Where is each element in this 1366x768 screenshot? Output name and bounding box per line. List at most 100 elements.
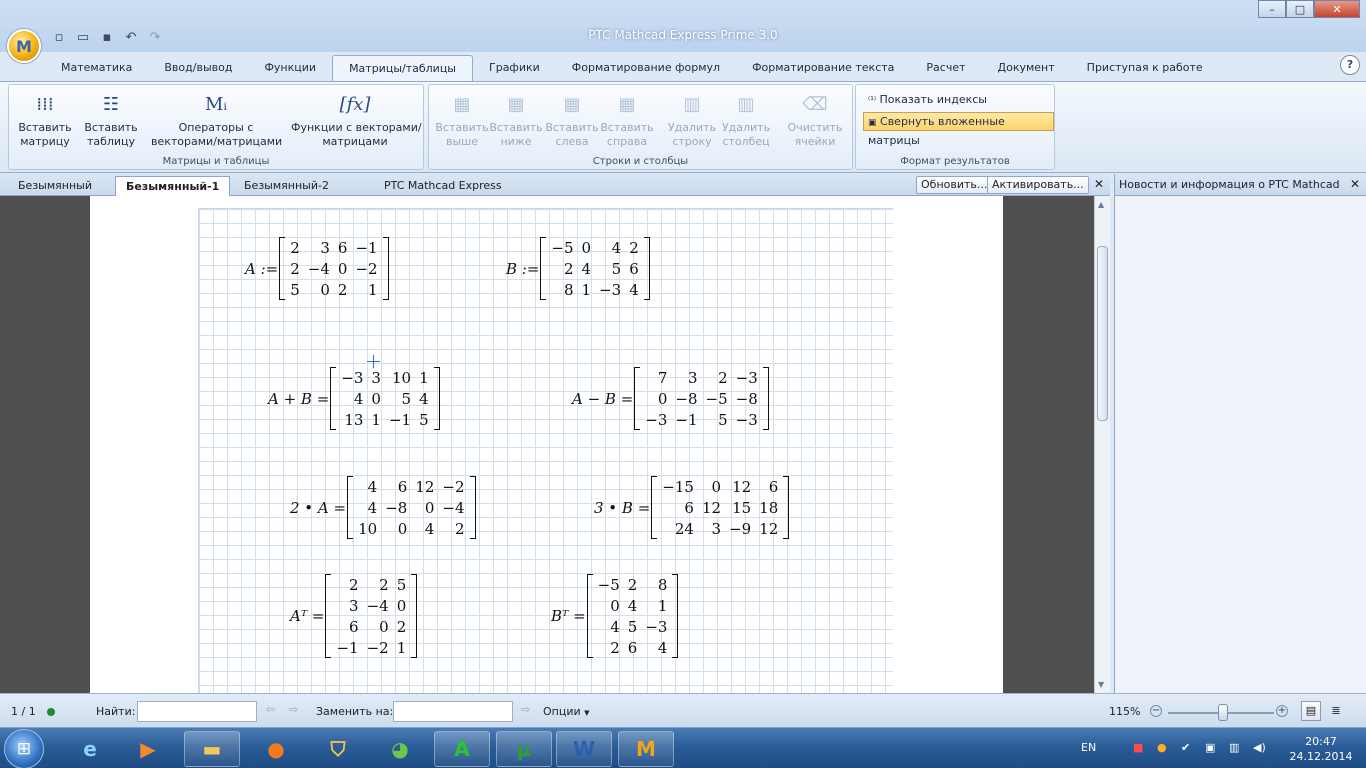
update-button[interactable]: Обновить... bbox=[916, 176, 993, 194]
matrix-cell: −2 bbox=[355, 259, 378, 278]
zoom-out-icon[interactable]: − bbox=[1150, 705, 1162, 717]
clear-cells-button[interactable]: ⌫ Очистить ячейки bbox=[785, 89, 845, 149]
clock[interactable]: 20:47 24.12.2014 bbox=[1287, 734, 1355, 764]
find-prev-icon[interactable]: ⇦ bbox=[266, 703, 275, 716]
matrix: −5 0 4 2 2 4 5 6 8 1 −3 4 bbox=[540, 237, 651, 300]
replace-input[interactable] bbox=[393, 701, 513, 722]
mathcad-logo-button[interactable]: M bbox=[7, 29, 41, 63]
tab-plots[interactable]: Графики bbox=[473, 55, 556, 81]
group-label: Формат результатов bbox=[900, 156, 1010, 167]
find-input[interactable] bbox=[137, 701, 257, 722]
language-indicator[interactable]: EN bbox=[1081, 741, 1096, 754]
media-player-icon[interactable]: ▶ bbox=[120, 731, 176, 767]
tab-matrices-tables[interactable]: Матрицы/таблицы bbox=[332, 55, 473, 81]
minimize-button[interactable]: – bbox=[1258, 0, 1286, 18]
math-region-a-def[interactable]: A := 2 3 6 −1 2 −4 0 −2 5 0 2 1 bbox=[245, 237, 389, 300]
tray-red-icon[interactable]: ■ bbox=[1133, 741, 1143, 754]
draft-view-icon[interactable]: ≣ bbox=[1326, 701, 1346, 721]
scroll-down-icon[interactable]: ▼ bbox=[1098, 680, 1104, 689]
tab-document[interactable]: Документ bbox=[982, 55, 1071, 81]
a-app-icon[interactable]: A bbox=[434, 731, 490, 767]
matrix-cell: 0 bbox=[379, 617, 389, 636]
start-button[interactable]: ⊞ bbox=[4, 729, 44, 768]
insert-matrix-button[interactable]: ⁞⁞⁞ Вставить матрицу bbox=[15, 89, 75, 149]
help-button[interactable]: ? bbox=[1340, 55, 1360, 75]
close-button[interactable]: ✕ bbox=[1314, 0, 1360, 18]
internet-explorer-icon[interactable]: e bbox=[62, 731, 118, 767]
tray-check-icon[interactable]: ✔ bbox=[1181, 741, 1190, 754]
tray-device-icon[interactable]: ▣ bbox=[1205, 741, 1215, 754]
doc-tab-untitled[interactable]: Безымянный bbox=[8, 176, 102, 196]
tab-functions[interactable]: Функции bbox=[248, 55, 332, 81]
tray-network-icon[interactable]: ▥ bbox=[1229, 741, 1239, 754]
insert-right-button[interactable]: ▦ Вставить справа bbox=[600, 89, 654, 149]
zoom-in-icon[interactable]: + bbox=[1276, 705, 1288, 717]
delete-row-button[interactable]: ▥ Удалить строку bbox=[665, 89, 719, 149]
math-region-bt[interactable]: Bᵀ = −5 2 8 0 4 1 4 5 −3 2 6 4 bbox=[551, 574, 679, 658]
chrome-like-icon[interactable]: ◕ bbox=[372, 731, 428, 767]
maximize-button[interactable]: □ bbox=[1286, 0, 1314, 18]
tray-volume-icon[interactable]: ◀) bbox=[1253, 741, 1266, 754]
tab-math[interactable]: Математика bbox=[45, 55, 148, 81]
math-region-twoa[interactable]: 2 • A = 4 6 12 −2 4 −8 0 −4 10 0 4 2 bbox=[290, 476, 476, 539]
matrix-cell: 7 bbox=[657, 368, 668, 387]
math-region-at[interactable]: Aᵀ = 2 2 5 3 −4 0 6 0 2 −1 −2 1 bbox=[290, 574, 418, 658]
news-panel: Новости и информация о PTC Mathcad ✕ bbox=[1114, 174, 1366, 693]
scroll-up-icon[interactable]: ▲ bbox=[1098, 200, 1104, 209]
shield-app-icon[interactable]: ⛉ bbox=[310, 731, 366, 767]
scrollbar-thumb[interactable] bbox=[1097, 246, 1108, 421]
insert-table-button[interactable]: ☷ Вставить таблицу bbox=[81, 89, 141, 149]
tab-io[interactable]: Ввод/вывод bbox=[148, 55, 248, 81]
math-region-sum[interactable]: A + B = −3 3 10 1 4 0 5 4 13 1 −1 5 bbox=[268, 367, 440, 430]
insert-above-button[interactable]: ▦ Вставить выше bbox=[435, 89, 489, 149]
doc-tab-untitled-2[interactable]: Безымянный-2 bbox=[234, 176, 339, 196]
insert-right-icon: ▦ bbox=[618, 94, 636, 115]
matrix-cell: 2 bbox=[379, 575, 389, 594]
tab-text-formatting[interactable]: Форматирование текста bbox=[736, 55, 910, 81]
matrix-cell: −3 bbox=[735, 410, 758, 429]
tab-math-formatting[interactable]: Форматирование формул bbox=[556, 55, 736, 81]
insert-table-label: Вставить таблицу bbox=[84, 121, 138, 148]
find-label: Найти: bbox=[96, 705, 136, 718]
firefox-icon[interactable]: ● bbox=[248, 731, 304, 767]
expression-lhs: Bᵀ = bbox=[551, 607, 586, 625]
replace-icon[interactable]: ⇨ bbox=[521, 703, 530, 716]
matrix-cell: −5 bbox=[551, 238, 574, 257]
explorer-folder-icon[interactable]: ▬ bbox=[184, 731, 240, 767]
options-button[interactable]: Опции ▼ bbox=[543, 705, 590, 718]
matrix-cell: 4 bbox=[581, 259, 592, 278]
page-view-icon[interactable]: ▤ bbox=[1301, 701, 1321, 721]
vertical-scrollbar[interactable]: ▲ ▼ bbox=[1094, 196, 1110, 693]
insert-below-button[interactable]: ▦ Вставить ниже bbox=[489, 89, 543, 149]
activate-button[interactable]: Активировать... bbox=[987, 176, 1089, 194]
matrix: −15 0 12 6 6 12 15 18 24 3 −9 12 bbox=[651, 476, 790, 539]
matrix-cell: 2 bbox=[629, 238, 639, 257]
close-doc-icon[interactable]: ✕ bbox=[1094, 177, 1104, 191]
close-panel-icon[interactable]: ✕ bbox=[1350, 177, 1360, 191]
delete-column-button[interactable]: ▥ Удалить столбец bbox=[719, 89, 773, 149]
zoom-level: 115% bbox=[1109, 705, 1141, 718]
math-region-threeb[interactable]: 3 • B = −15 0 12 6 6 12 15 18 24 3 −9 12 bbox=[594, 476, 790, 539]
math-region-diff[interactable]: A − B = 7 3 2 −3 0 −8 −5 −8 −3 −1 5 −3 bbox=[572, 367, 769, 430]
tray-orange-icon[interactable]: ● bbox=[1157, 741, 1167, 754]
find-next-icon[interactable]: ⇨ bbox=[289, 703, 298, 716]
collapse-nested-button[interactable]: ▣ Свернуть вложенные матрицы bbox=[863, 112, 1054, 147]
delete-row-icon: ▥ bbox=[683, 94, 701, 115]
mathcad-icon[interactable]: M bbox=[618, 731, 674, 767]
insert-left-button[interactable]: ▦ Вставить слева bbox=[545, 89, 599, 149]
delete-column-icon: ▥ bbox=[737, 94, 755, 115]
word-icon[interactable]: W bbox=[556, 731, 612, 767]
zoom-slider-knob[interactable] bbox=[1218, 704, 1228, 721]
matrix-cell: −8 bbox=[675, 389, 698, 408]
tab-getting-started[interactable]: Приступая к работе bbox=[1071, 55, 1219, 81]
utorrent-icon[interactable]: µ bbox=[496, 731, 552, 767]
show-indices-button[interactable]: ⁽¹⁾ Показать индексы bbox=[863, 90, 992, 109]
tab-calculation[interactable]: Расчет bbox=[910, 55, 981, 81]
matrix-functions-button[interactable]: [fx] Функции с векторами/ матрицами bbox=[291, 89, 422, 149]
matrix-cell: 2 bbox=[718, 368, 728, 387]
matrix-operators-button[interactable]: Mᵢ Операторы с векторами/матрицами bbox=[151, 89, 282, 149]
matrix-cell: 3 bbox=[688, 368, 698, 387]
matrix-cell: 3 bbox=[371, 368, 381, 387]
doc-tab-untitled-1[interactable]: Безымянный-1 bbox=[115, 176, 231, 196]
math-region-b-def[interactable]: B := −5 0 4 2 2 4 5 6 8 1 −3 4 bbox=[506, 237, 651, 300]
